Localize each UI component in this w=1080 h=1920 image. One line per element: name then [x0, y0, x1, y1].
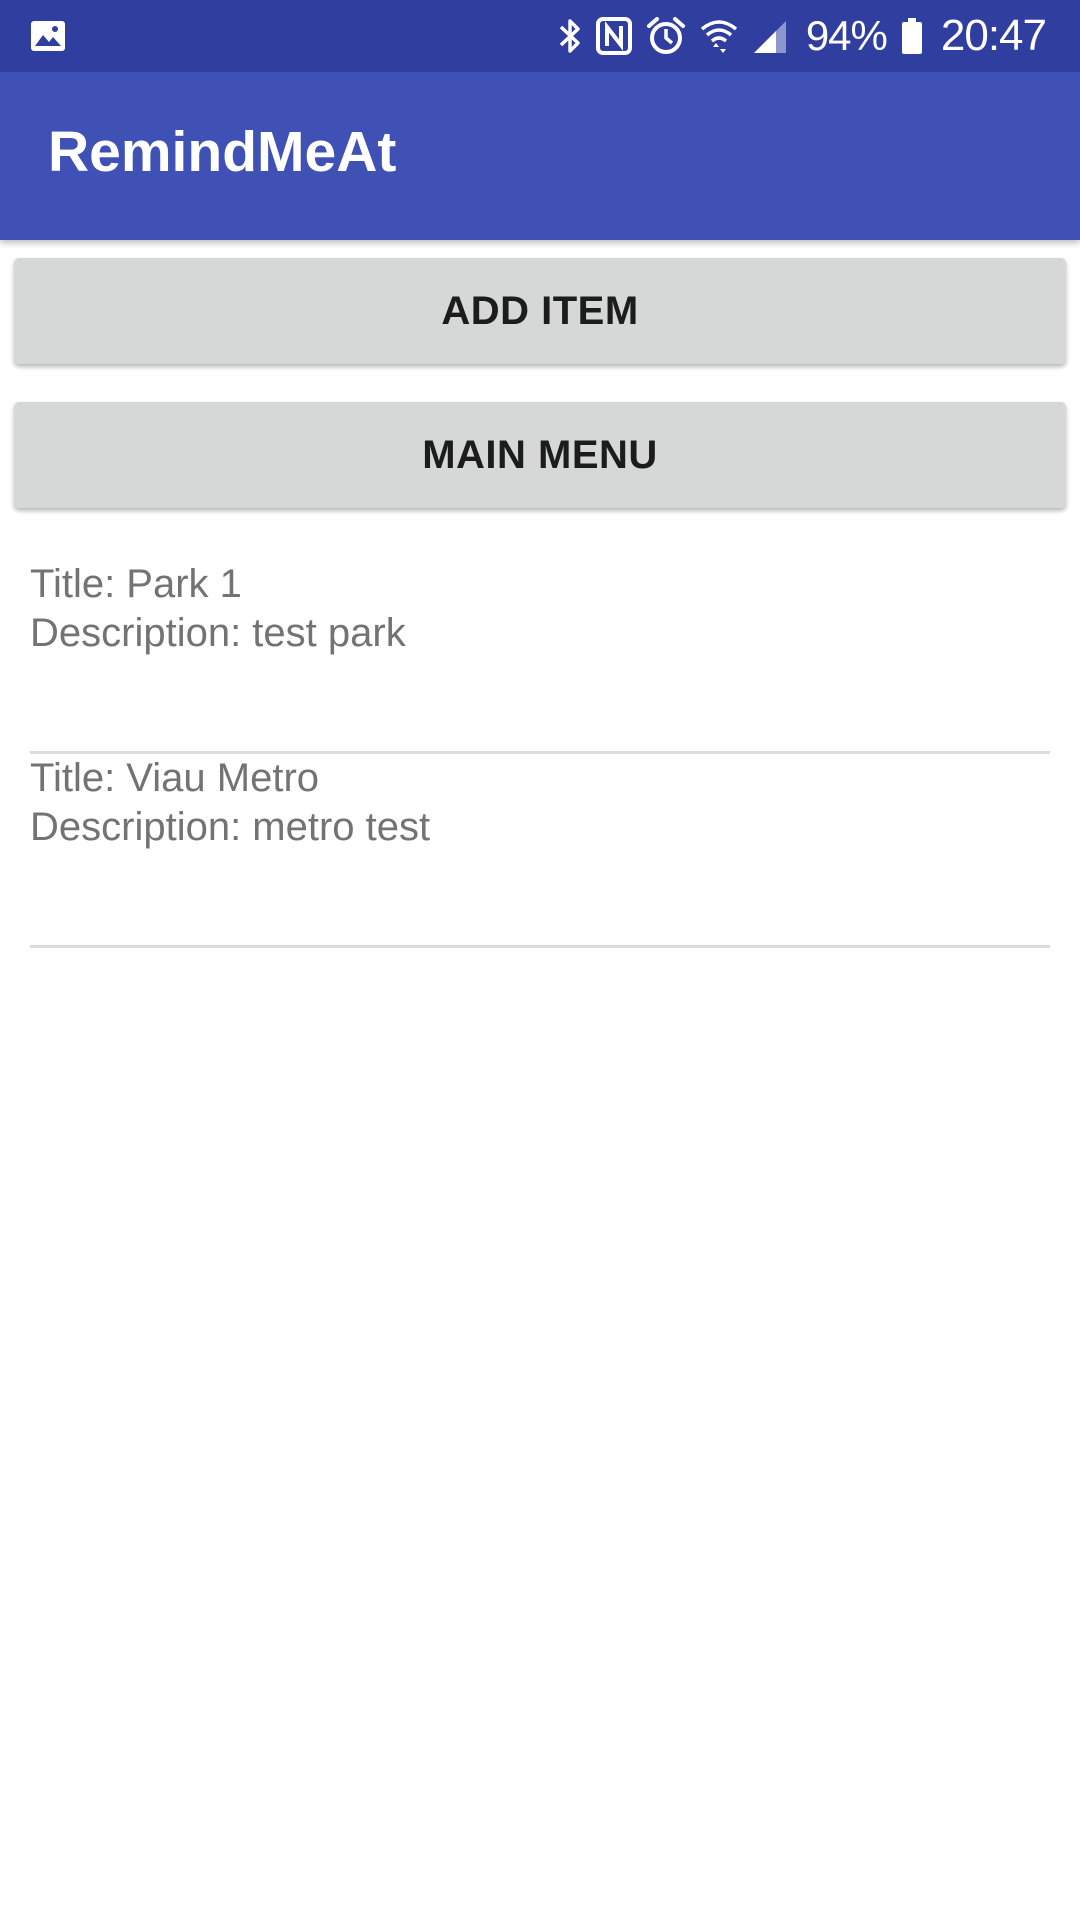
status-icons: 94% 20:47 — [558, 0, 1047, 72]
divider — [30, 945, 1050, 948]
clock: 20:47 — [940, 11, 1047, 60]
item-description: Description: metro test — [30, 805, 431, 849]
item-title: Title: Viau Metro — [30, 756, 320, 800]
gallery-icon — [30, 18, 66, 54]
wifi-icon — [700, 16, 738, 56]
battery-percent: 94% — [805, 12, 888, 59]
item-title: Title: Park 1 — [30, 562, 242, 606]
list-item[interactable]: Title: Viau Metro Description: metro tes… — [30, 754, 1050, 948]
status-bar: 94% 20:47 — [0, 0, 1080, 72]
app-title: RemindMeAt — [48, 120, 397, 184]
main-menu-button[interactable]: MAIN MENU — [14, 402, 1066, 508]
bluetooth-icon — [558, 16, 582, 56]
signal-icon — [752, 16, 788, 56]
add-item-button[interactable]: ADD ITEM — [14, 258, 1066, 364]
list-item[interactable]: Title: Park 1 Description: test park — [30, 560, 1050, 754]
app-bar: RemindMeAt — [0, 72, 1080, 240]
battery-icon — [901, 16, 923, 56]
nfc-icon — [595, 16, 632, 56]
alarm-icon — [646, 16, 686, 56]
reminder-list: Title: Park 1 Description: test park Tit… — [30, 560, 1050, 948]
item-description: Description: test park — [30, 611, 406, 655]
